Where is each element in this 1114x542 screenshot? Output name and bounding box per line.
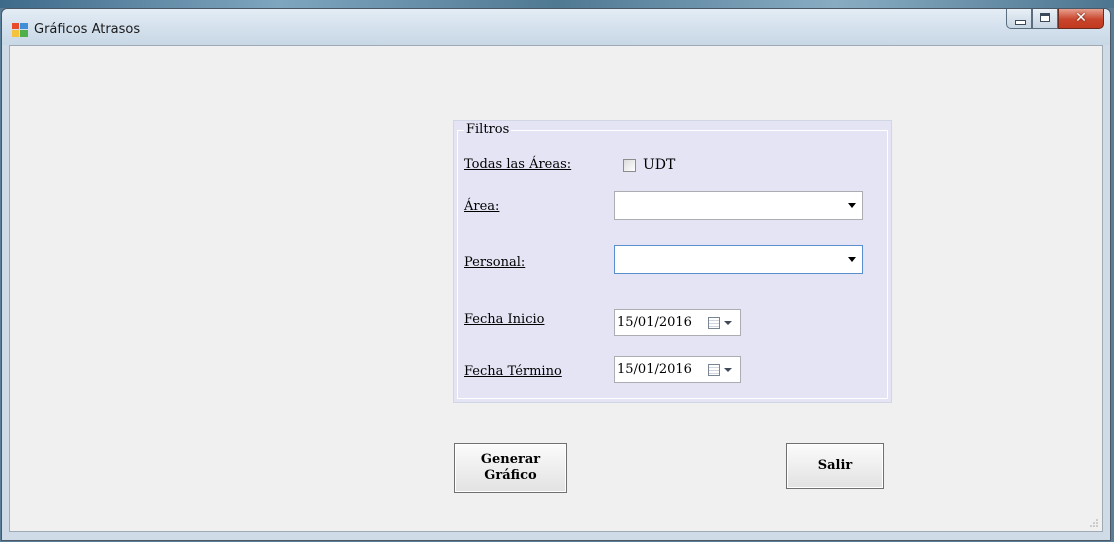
caption-buttons: ✕ — [1006, 9, 1104, 31]
filters-legend: Filtros — [464, 122, 512, 137]
personal-label: Personal: — [464, 255, 526, 270]
fecha-termino-value[interactable]: 15/01/2016 — [617, 362, 692, 377]
app-window: Gráficos Atrasos ✕ Filtros Todas las Áre… — [1, 8, 1111, 541]
udt-checkbox-label[interactable]: UDT — [643, 157, 675, 173]
resize-grip-icon[interactable] — [1089, 518, 1099, 528]
window-title: Gráficos Atrasos — [34, 22, 141, 37]
generar-button-line1: Generar — [480, 452, 541, 467]
chevron-down-icon[interactable] — [724, 321, 732, 325]
todas-areas-label: Todas las Áreas: — [464, 157, 572, 172]
maximize-button[interactable] — [1032, 9, 1058, 29]
area-combobox[interactable] — [614, 191, 863, 220]
udt-checkbox[interactable] — [623, 159, 636, 172]
desktop-background — [0, 0, 1114, 8]
minimize-icon — [1015, 20, 1026, 25]
chevron-down-icon[interactable] — [724, 368, 732, 372]
chevron-down-icon[interactable] — [848, 257, 856, 262]
title-bar[interactable]: Gráficos Atrasos ✕ — [2, 9, 1110, 45]
fecha-inicio-label: Fecha Inicio — [464, 312, 545, 327]
calendar-icon[interactable] — [708, 364, 720, 376]
calendar-icon[interactable] — [708, 317, 720, 329]
generar-button-line2: Gráfico — [484, 468, 537, 483]
area-label: Área: — [464, 199, 500, 214]
fecha-termino-label: Fecha Término — [464, 364, 562, 379]
form-client-area: Filtros Todas las Áreas: UDT Área: Perso… — [9, 45, 1103, 532]
close-icon: ✕ — [1075, 10, 1087, 26]
personal-combobox[interactable] — [614, 245, 863, 274]
fecha-inicio-datepicker[interactable]: 15/01/2016 — [614, 309, 741, 336]
maximize-icon — [1040, 13, 1050, 22]
salir-button[interactable]: Salir — [786, 443, 884, 489]
form-window-icon — [12, 23, 28, 37]
close-button[interactable]: ✕ — [1058, 9, 1104, 29]
chevron-down-icon[interactable] — [848, 203, 856, 208]
minimize-button[interactable] — [1006, 9, 1032, 29]
fecha-termino-datepicker[interactable]: 15/01/2016 — [614, 356, 741, 383]
generar-grafico-button[interactable]: Generar Gráfico — [454, 443, 567, 493]
fecha-inicio-value[interactable]: 15/01/2016 — [617, 315, 692, 330]
